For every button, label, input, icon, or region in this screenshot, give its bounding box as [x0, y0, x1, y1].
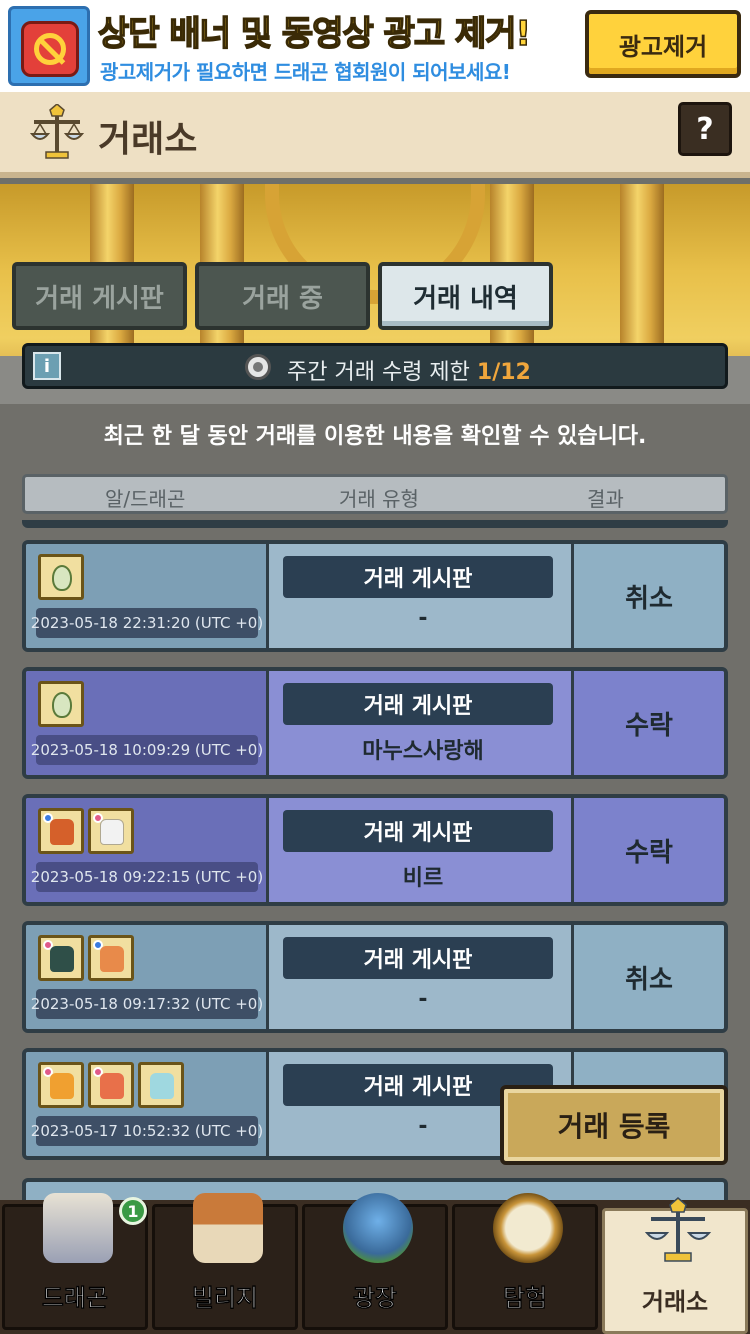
trade-type-label: 거래 게시판 [283, 937, 553, 979]
trade-type-label: 거래 게시판 [283, 683, 553, 725]
fountain-icon [343, 1193, 413, 1263]
trade-date: 2023-05-18 09:22:15 (UTC +0) [31, 862, 263, 892]
scales-icon [644, 1197, 712, 1262]
table-row[interactable]: 2023-05-18 09:22:15 (UTC +0) 거래 게시판 비르 수… [22, 794, 728, 906]
page-header: 거래소 ? [0, 92, 750, 178]
ad-banner[interactable]: 상단 배너 및 동영상 광고 제거! 광고제거가 필요하면 드래곤 협회원이 되… [0, 0, 750, 92]
fox-dragon-icon [88, 1062, 134, 1108]
nav-village[interactable]: 빌리지 [152, 1193, 298, 1330]
trade-date: 2023-05-18 09:17:32 (UTC +0) [31, 989, 263, 1019]
page-title: 거래소 [98, 119, 198, 160]
notification-badge: 1 [119, 1197, 147, 1225]
ice-dragon-icon [138, 1062, 184, 1108]
nav-label: 광장 [352, 1284, 398, 1313]
nav-label: 거래소 [641, 1288, 709, 1316]
ad-title: 상단 배너 및 동영상 광고 제거! [97, 13, 532, 55]
history-notice: 최근 한 달 동안 거래를 이용한 내용을 확인할 수 있습니다. [103, 424, 647, 449]
column-item: 알/드래곤 [105, 487, 186, 511]
nav-label: 탐험 [502, 1284, 548, 1313]
egg-icon [38, 681, 84, 727]
weekly-limit-label: 주간 거래 수령 제한 [287, 360, 470, 385]
trade-partner: - [418, 606, 428, 631]
trade-partner: - [418, 987, 428, 1012]
dark-dragon-icon [38, 935, 84, 981]
trade-date: 2023-05-17 10:52:32 (UTC +0) [31, 1116, 263, 1146]
nav-dragon[interactable]: 1 드래곤 [2, 1193, 148, 1330]
tab-trade-history[interactable]: 거래 내역 [378, 262, 553, 330]
tab-trade-board[interactable]: 거래 게시판 [12, 262, 187, 330]
nav-explore[interactable]: 탐험 [452, 1193, 598, 1330]
scales-icon [29, 104, 85, 159]
table-row[interactable]: 2023-05-18 22:31:20 (UTC +0) 거래 게시판 - 취소 [22, 540, 728, 652]
trade-result: 수락 [574, 798, 724, 902]
trade-partner: 마누스사랑해 [362, 739, 484, 764]
table-row[interactable]: 2023-05-18 10:09:29 (UTC +0) 거래 게시판 마누스사… [22, 667, 728, 779]
weekly-limit-bar: i 주간 거래 수령 제한 1/12 [22, 343, 728, 389]
weekly-limit-count: 1/12 [476, 360, 531, 385]
fox-dragon-icon [88, 935, 134, 981]
dragon-icon [43, 1193, 113, 1263]
trade-date: 2023-05-18 10:09:29 (UTC +0) [31, 735, 263, 765]
nav-plaza[interactable]: 광장 [302, 1193, 448, 1330]
table-header: 알/드래곤 거래 유형 결과 [22, 474, 728, 514]
trade-result: 취소 [574, 544, 724, 648]
trade-result: 수락 [574, 671, 724, 775]
help-button[interactable]: ? [678, 102, 732, 156]
divider [22, 520, 728, 528]
nav-label: 빌리지 [191, 1284, 259, 1313]
register-trade-button[interactable]: 거래 등록 [500, 1085, 728, 1165]
info-icon[interactable]: i [33, 352, 61, 380]
egg-icon [38, 554, 84, 600]
trade-date: 2023-05-18 22:31:20 (UTC +0) [31, 608, 263, 638]
trade-result: 취소 [574, 925, 724, 1029]
trade-type-label: 거래 게시판 [283, 556, 553, 598]
table-row[interactable]: 2023-05-18 09:17:32 (UTC +0) 거래 게시판 - 취소 [22, 921, 728, 1033]
coin-icon [245, 354, 271, 380]
column-type: 거래 유형 [339, 487, 419, 511]
ad-subtitle: 광고제거가 필요하면 드래곤 협회원이 되어보세요! [100, 60, 511, 84]
compass-icon [493, 1193, 563, 1263]
flame-dragon-icon [38, 1062, 84, 1108]
column-result: 결과 [587, 487, 624, 511]
nav-exchange[interactable]: 거래소 [602, 1197, 748, 1334]
trade-type-label: 거래 게시판 [283, 810, 553, 852]
no-ads-icon [8, 6, 90, 86]
bottom-nav: 1 드래곤 빌리지 광장 탐험 거래소 [0, 1193, 750, 1334]
fire-dragon-icon [38, 808, 84, 854]
house-icon [193, 1193, 263, 1263]
remove-ads-button[interactable]: 광고제거 [585, 10, 741, 78]
white-dragon-icon [88, 808, 134, 854]
trade-partner: 비르 [402, 866, 444, 891]
tab-trading[interactable]: 거래 중 [195, 262, 370, 330]
nav-label: 드래곤 [41, 1284, 109, 1313]
